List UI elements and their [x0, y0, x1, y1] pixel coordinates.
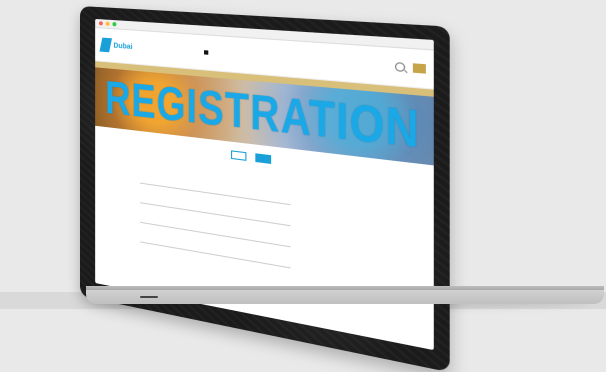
logo-mark-icon	[99, 37, 112, 53]
main-navigation	[163, 47, 220, 55]
nav-item-2[interactable]	[173, 48, 177, 53]
close-dot-icon[interactable]	[98, 21, 103, 26]
header-cta-button[interactable]	[412, 63, 426, 74]
site-logo[interactable]: Dubai	[99, 37, 133, 54]
tab-1[interactable]	[231, 150, 247, 161]
laptop-lid: Dubai REGISTRATION	[80, 6, 450, 372]
search-icon[interactable]	[394, 61, 406, 73]
tab-2-selected[interactable]	[255, 153, 272, 164]
maximize-dot-icon[interactable]	[112, 22, 117, 27]
minimize-dot-icon[interactable]	[105, 21, 110, 26]
nav-item-3[interactable]	[183, 49, 187, 54]
nav-item-1[interactable]	[163, 47, 167, 51]
logo-text: Dubai	[113, 42, 132, 51]
laptop-base	[86, 286, 604, 304]
nav-item-6[interactable]	[215, 51, 219, 56]
nav-item-4[interactable]	[194, 49, 198, 54]
nav-item-5-active[interactable]	[204, 50, 209, 55]
logo-brand-name: Dubai	[113, 41, 133, 51]
